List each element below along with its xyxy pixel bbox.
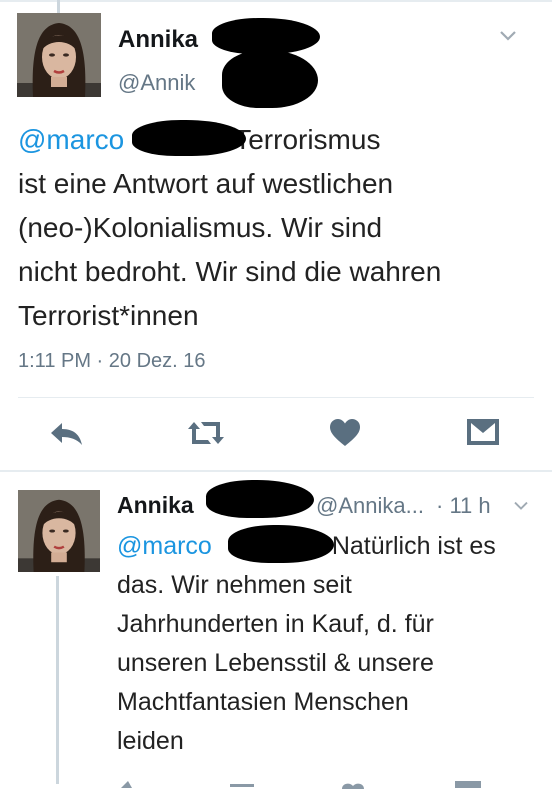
- reply-line: Machtfantasien Menschen: [117, 688, 409, 716]
- redaction-mark: [212, 18, 320, 54]
- dm-button[interactable]: [466, 418, 500, 446]
- heart-icon: [330, 419, 360, 446]
- chevron-down-icon: [514, 501, 528, 510]
- reply-body: @marco Natürlich ist es das. Wir nehmen s…: [117, 527, 537, 761]
- redaction-mark: [228, 525, 334, 563]
- reply-reply-button[interactable]: [118, 775, 148, 793]
- reply-text-fragment: Natürlich ist es: [331, 532, 496, 560]
- tweet-line: Terrorist*innen: [18, 300, 199, 331]
- reply-author-handle[interactable]: @Annika...: [316, 493, 424, 519]
- avatar-photo: [18, 490, 100, 572]
- reply-dm-button[interactable]: [454, 775, 482, 793]
- reply-line: unseren Lebensstil & unsere: [117, 649, 434, 677]
- tweet-timestamp[interactable]: 1:11 PM · 20 Dez. 16: [18, 350, 206, 373]
- reply-caret-menu-button[interactable]: [512, 496, 530, 517]
- reply-button[interactable]: [48, 420, 86, 448]
- tweet-separator: [0, 470, 552, 472]
- avatar-photo: [17, 13, 101, 97]
- chevron-down-icon: [500, 31, 516, 41]
- avatar[interactable]: [17, 13, 101, 97]
- redaction-mark: [206, 480, 314, 518]
- tweet-line: (neo-)Kolonialismus. Wir sind: [18, 212, 383, 243]
- reply-time[interactable]: · 11 h: [436, 493, 491, 519]
- heart-icon: [342, 783, 364, 789]
- envelope-icon: [467, 419, 499, 445]
- redaction-mark: [132, 120, 246, 156]
- reply-like-button[interactable]: [340, 776, 366, 794]
- tweet-text-fragment: Terrorismus: [234, 124, 381, 155]
- author-handle[interactable]: @Annik: [118, 70, 195, 96]
- thread-line: [57, 0, 60, 14]
- reply-retweet-button[interactable]: [228, 776, 262, 794]
- caret-menu-button[interactable]: [498, 27, 518, 48]
- reply-author-name[interactable]: Annika: [117, 492, 194, 519]
- reply-avatar[interactable]: [18, 490, 100, 572]
- mention-link[interactable]: @marco: [117, 532, 212, 560]
- thread-line: [56, 576, 59, 784]
- like-button[interactable]: [329, 418, 361, 448]
- retweet-icon: [230, 784, 254, 787]
- reply-line: Jahrhunderten in Kauf, d. für: [117, 610, 434, 638]
- author-name[interactable]: Annika: [118, 26, 198, 54]
- reply-line: das. Wir nehmen seit: [117, 571, 352, 599]
- redaction-mark: [222, 50, 318, 108]
- mention-link[interactable]: @marco: [18, 124, 124, 155]
- tweet-line: nicht bedroht. Wir sind die wahren: [18, 256, 442, 287]
- top-divider: [0, 0, 552, 2]
- reply-line: leiden: [117, 727, 184, 755]
- retweet-button[interactable]: [184, 418, 228, 448]
- action-divider: [18, 397, 534, 398]
- tweet-line: ist eine Antwort auf westlichen: [18, 168, 394, 199]
- retweet-icon: [188, 422, 224, 444]
- tweet-body: @marco Terrorismus ist eine Antwort auf w…: [18, 118, 538, 338]
- reply-icon: [51, 423, 82, 445]
- tweet-line: @marco Terrorismus: [18, 118, 538, 162]
